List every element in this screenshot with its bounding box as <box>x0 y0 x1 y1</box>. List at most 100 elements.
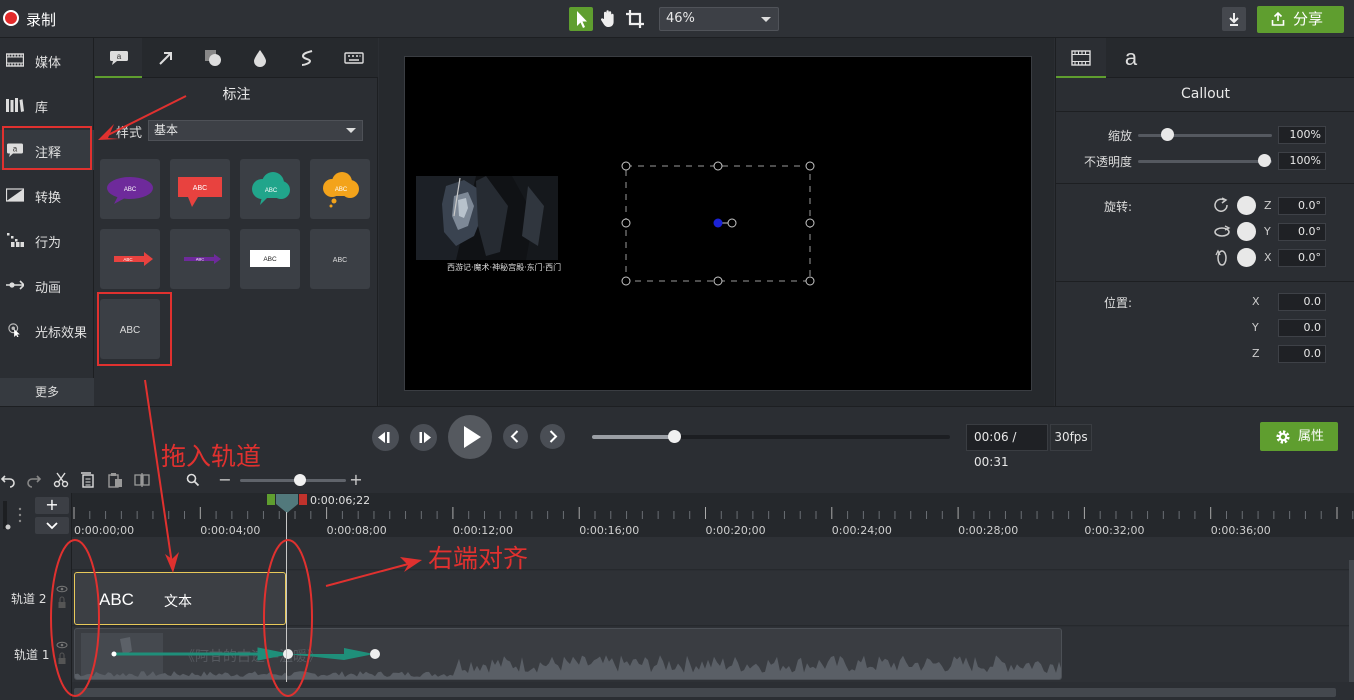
zoom-value: 46% <box>666 11 695 26</box>
ruler-label: 0:00:36;00 <box>1210 524 1271 537</box>
ruler-label: 0:00:32;00 <box>1084 524 1145 537</box>
chevron-right-icon <box>549 430 558 443</box>
film-icon <box>1071 50 1091 66</box>
ruler-label: 0:00:24;00 <box>831 524 892 537</box>
top-bar: 录制 46% 分享 <box>0 0 1354 38</box>
chevron-left-icon <box>510 430 519 443</box>
highlight-box <box>2 126 92 170</box>
scale-input[interactable]: 100% <box>1278 126 1326 144</box>
divider <box>1056 183 1354 184</box>
zoom-select[interactable]: 46% <box>659 7 779 31</box>
axis-x-label: X <box>1252 295 1260 308</box>
playback-scrubber-track[interactable] <box>592 430 950 443</box>
opacity-slider-knob[interactable] <box>1258 154 1271 167</box>
rotate-y-icon <box>1214 225 1231 237</box>
axis-y-label: Y <box>1264 225 1271 238</box>
center-handle[interactable] <box>713 218 723 228</box>
annotation-overlay-bottom <box>50 539 422 697</box>
select-tool-button[interactable] <box>569 7 593 31</box>
rotate-x-icon <box>1215 249 1227 266</box>
resize-handle[interactable] <box>805 218 815 228</box>
annotation-align-right: 右端对齐 <box>428 544 529 573</box>
hand-icon <box>600 10 614 28</box>
rotate-z-dial[interactable] <box>1237 196 1256 215</box>
playback-scrubber-fill <box>592 435 675 439</box>
resize-handle[interactable] <box>713 161 723 171</box>
resize-handle[interactable] <box>713 276 723 286</box>
properties-panel: a Callout 缩放 100% 不透明度 100% 旋转: Z 0.0° Y… <box>1055 38 1354 406</box>
resize-handle[interactable] <box>621 218 631 228</box>
record-icon[interactable] <box>3 10 19 26</box>
resize-handle[interactable] <box>621 276 631 286</box>
axis-x-label: X <box>1264 251 1272 264</box>
properties-tab-row: a <box>1056 38 1354 78</box>
position-x-input[interactable]: 0.0 <box>1278 293 1326 311</box>
rotation-label: 旋转: <box>1103 200 1132 214</box>
axis-z-label: Z <box>1264 199 1272 212</box>
chevron-down-icon <box>761 17 771 22</box>
crop-icon <box>626 10 644 28</box>
ruler-label: 0:00:28;00 <box>958 524 1019 537</box>
rotate-x-dial[interactable] <box>1237 248 1256 267</box>
text-a-icon: a <box>1124 45 1138 70</box>
resize-handle[interactable] <box>805 161 815 171</box>
tab-text-properties[interactable]: a <box>1106 38 1156 78</box>
highlight-ellipse <box>263 539 313 697</box>
divider <box>1056 281 1354 282</box>
rotate-handle[interactable] <box>727 218 737 228</box>
scale-label: 缩放 <box>1107 129 1132 143</box>
ruler-label: 0:00:20;00 <box>705 524 766 537</box>
properties-title: Callout <box>1180 86 1231 102</box>
annotation-arrow <box>325 562 413 587</box>
step-forward-icon <box>419 432 431 443</box>
fps-display[interactable]: 30fps <box>1050 424 1092 451</box>
divider <box>1056 111 1354 112</box>
previous-marker-button[interactable] <box>503 424 528 449</box>
play-button[interactable] <box>448 415 492 459</box>
pointer-icon <box>577 11 587 28</box>
rotate-z-icon <box>1214 197 1228 212</box>
resize-handle[interactable] <box>805 276 815 286</box>
position-y-input[interactable]: 0.0 <box>1278 319 1326 337</box>
opacity-input[interactable]: 100% <box>1278 152 1326 170</box>
annotation-arrow <box>107 95 187 136</box>
next-marker-button[interactable] <box>540 424 565 449</box>
position-z-input[interactable]: 0.0 <box>1278 345 1326 363</box>
step-forward-button[interactable] <box>410 424 437 451</box>
timecode-display: 00:06 / 00:31 <box>966 424 1048 469</box>
opacity-slider-track[interactable] <box>1138 160 1272 163</box>
rotation-z-input[interactable]: 0.0° <box>1278 197 1326 215</box>
axis-z-label: Z <box>1252 347 1260 360</box>
highlight-ellipse <box>50 539 100 697</box>
properties-button[interactable]: 属性 <box>1260 422 1338 451</box>
download-icon <box>1229 13 1239 26</box>
ruler-label: 0:00:12;00 <box>452 524 513 537</box>
record-button-label[interactable]: 录制 <box>26 9 56 30</box>
share-label: 分享 <box>1293 10 1324 28</box>
selection-box[interactable] <box>620 160 816 286</box>
annotation-drag-to-track: 拖入轨道 <box>161 442 262 471</box>
axis-y-label: Y <box>1252 321 1259 334</box>
video-caption: 西游记·魔术·神秘宫殿·东门·西门 <box>447 263 562 272</box>
rotate-y-dial[interactable] <box>1237 222 1256 241</box>
share-button[interactable]: 分享 <box>1257 6 1344 33</box>
gear-icon <box>1276 430 1290 444</box>
scale-slider-track[interactable] <box>1138 134 1272 137</box>
ruler-label: 0:00:16;00 <box>579 524 640 537</box>
resize-handle[interactable] <box>621 161 631 171</box>
crop-tool-button[interactable] <box>623 7 647 31</box>
download-button[interactable] <box>1222 7 1246 31</box>
scale-slider-knob[interactable] <box>1161 128 1174 141</box>
rotation-x-input[interactable]: 0.0° <box>1278 249 1326 267</box>
arrow-head <box>98 124 120 140</box>
tab-visual-properties[interactable] <box>1056 38 1106 78</box>
vertical-scrollbar[interactable] <box>1349 560 1354 682</box>
pan-tool-button[interactable] <box>596 7 620 31</box>
video-still-image <box>416 176 558 260</box>
annotation-overlay-left <box>2 95 187 573</box>
video-frame <box>416 176 558 260</box>
rotation-y-input[interactable]: 0.0° <box>1278 223 1326 241</box>
play-icon <box>464 426 481 448</box>
position-label: 位置: <box>1103 296 1132 310</box>
share-icon <box>1271 12 1285 26</box>
